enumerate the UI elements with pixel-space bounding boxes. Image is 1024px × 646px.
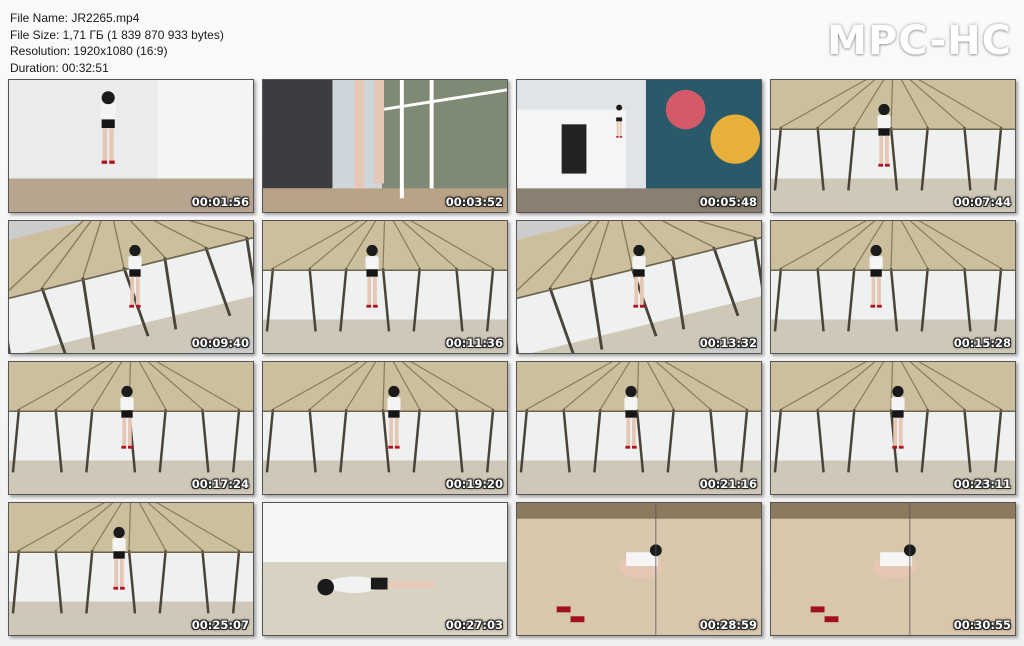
thumbnail: 00:30:55 (770, 502, 1016, 636)
timestamp: 00:25:07 (191, 618, 249, 632)
thumbnail: 00:07:44 (770, 79, 1016, 213)
thumbnail: 00:25:07 (8, 502, 254, 636)
timestamp: 00:13:32 (699, 336, 757, 350)
timestamp: 00:01:56 (191, 195, 249, 209)
timestamp: 00:17:24 (191, 477, 249, 491)
timestamp: 00:11:36 (445, 336, 503, 350)
thumbnail: 00:15:28 (770, 220, 1016, 354)
thumbnail-grid: 00:01:56 00:03:52 00:05:48 00:07:44 00:0… (8, 79, 1016, 636)
thumbnail: 00:11:36 (262, 220, 508, 354)
thumbnail: 00:27:03 (262, 502, 508, 636)
timestamp: 00:03:52 (445, 195, 503, 209)
thumbnail: 00:03:52 (262, 79, 508, 213)
timestamp: 00:28:59 (699, 618, 757, 632)
file-resolution: Resolution: 1920x1080 (16:9) (10, 44, 168, 58)
thumbnail: 00:17:24 (8, 361, 254, 495)
thumbnail: 00:01:56 (8, 79, 254, 213)
thumbnail: 00:13:32 (516, 220, 762, 354)
file-info: File Name: JR2265.mp4 File Size: 1,71 ГБ… (10, 10, 224, 76)
thumbnail: 00:09:40 (8, 220, 254, 354)
file-size: File Size: 1,71 ГБ (1 839 870 933 bytes) (10, 27, 224, 42)
thumbnail: 00:05:48 (516, 79, 762, 213)
timestamp: 00:15:28 (953, 336, 1011, 350)
timestamp: 00:09:40 (191, 336, 249, 350)
file-duration: Duration: 00:32:51 (10, 60, 109, 75)
thumbnail: 00:19:20 (262, 361, 508, 495)
file-name: File Name: JR2265.mp4 (10, 11, 140, 25)
mpc-hc-logo: MPC-HC (827, 18, 1012, 64)
timestamp: 00:05:48 (699, 195, 757, 209)
timestamp: 00:27:03 (445, 618, 503, 632)
timestamp: 00:07:44 (953, 195, 1011, 209)
timestamp: 00:21:16 (699, 477, 757, 491)
thumbnail: 00:21:16 (516, 361, 762, 495)
timestamp: 00:19:20 (445, 477, 503, 491)
thumbnail: 00:23:11 (770, 361, 1016, 495)
thumbnail: 00:28:59 (516, 502, 762, 636)
timestamp: 00:23:11 (953, 477, 1011, 491)
timestamp: 00:30:55 (953, 618, 1011, 632)
